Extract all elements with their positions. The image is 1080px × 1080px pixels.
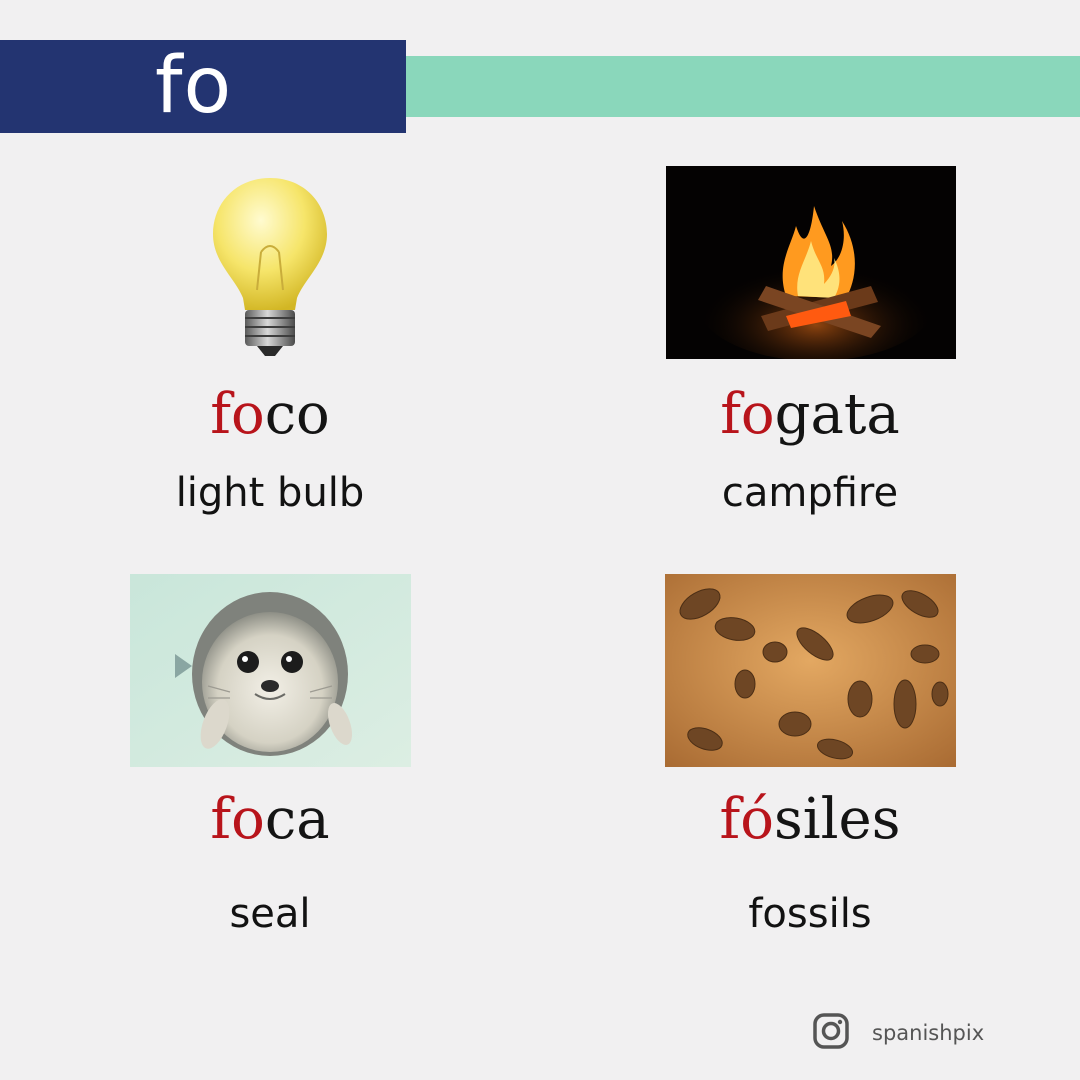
word-foco: foco	[90, 380, 450, 450]
translation-campfire: campfire	[721, 470, 899, 516]
word-rest: gata	[774, 382, 900, 447]
word-syllable-highlight: fo	[720, 382, 775, 447]
word-rest: siles	[774, 787, 901, 852]
word-syllable-highlight: fo	[210, 787, 265, 852]
translation-seal: seal	[229, 891, 311, 937]
translation-fossils: fossils	[748, 891, 872, 937]
fossils-photo	[665, 574, 956, 767]
instagram-icon[interactable]	[812, 1012, 850, 1054]
instagram-handle[interactable]: spanishpix	[872, 1021, 984, 1045]
footer: spanishpix	[812, 1012, 984, 1054]
word-foca: foca	[90, 785, 450, 855]
light-bulb-illustration	[205, 170, 335, 360]
seal-photo	[130, 574, 411, 767]
word-syllable-highlight: fo	[210, 382, 265, 447]
header-syllable: fo	[155, 41, 233, 131]
word-rest: ca	[264, 787, 330, 852]
word-syllable-highlight: fó	[719, 787, 774, 852]
translation-light-bulb: light bulb	[175, 470, 365, 516]
accent-bar	[406, 56, 1080, 117]
word-fogata: fogata	[630, 380, 990, 450]
campfire-photo	[666, 166, 956, 359]
word-fosiles: fósiles	[630, 785, 990, 855]
word-rest: co	[264, 382, 330, 447]
